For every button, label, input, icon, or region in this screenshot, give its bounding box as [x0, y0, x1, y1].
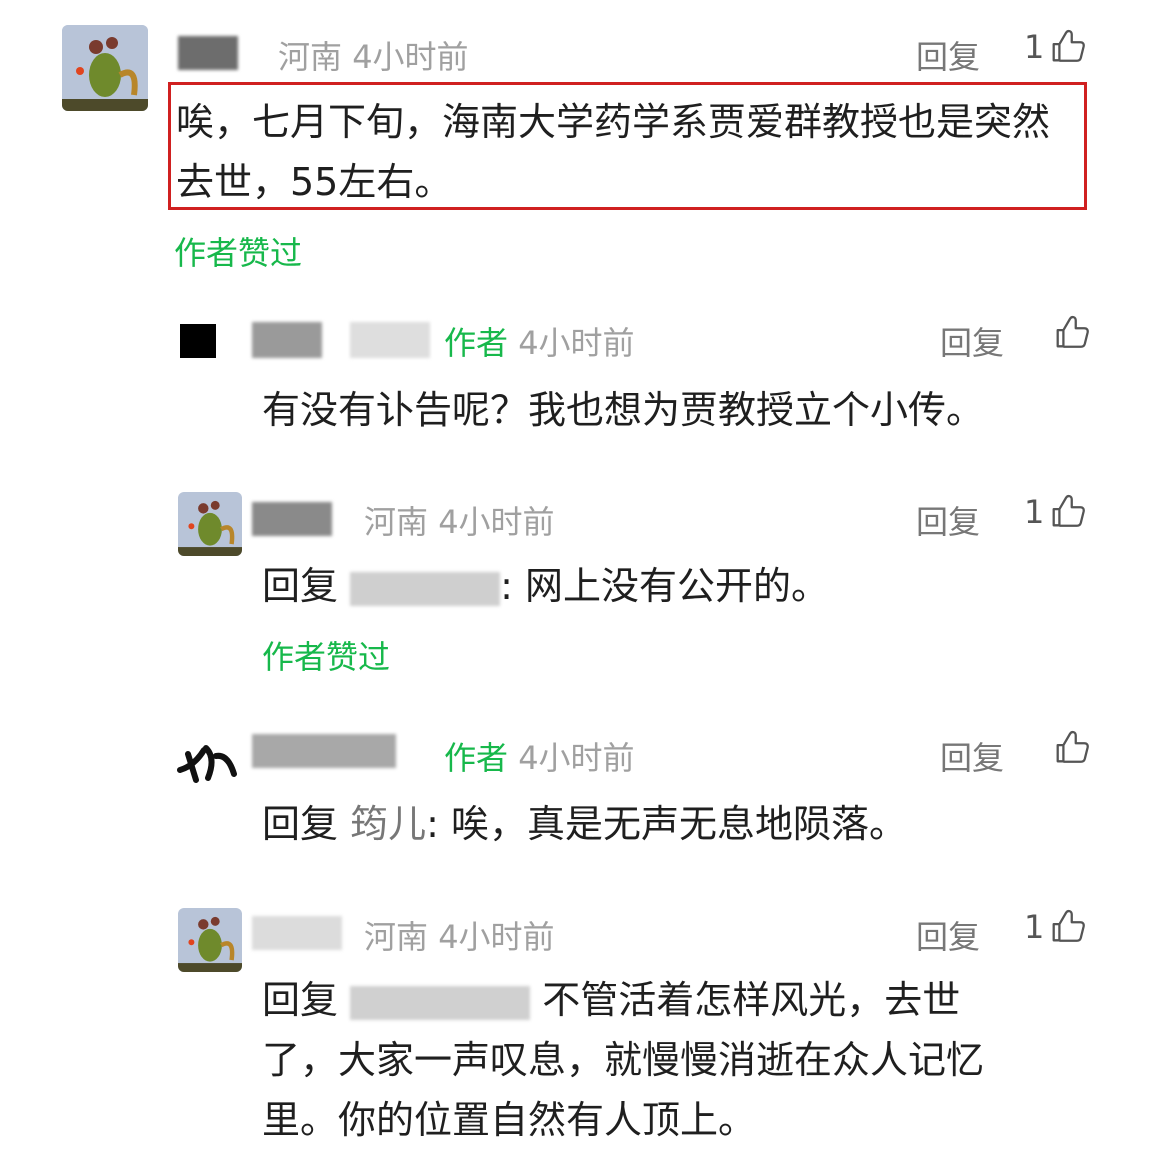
avatar[interactable]	[178, 312, 242, 376]
comment-text: 回复 : 网上没有公开的。	[262, 556, 1112, 616]
reply-target[interactable]: 筠儿	[350, 802, 426, 846]
comment-meta: 河南 4小时前	[278, 32, 469, 78]
redacted-username	[350, 571, 501, 606]
reply-button[interactable]: 回复	[916, 497, 980, 543]
comment-meta: 作者 4小时前	[444, 318, 635, 364]
thumbs-up-icon	[1056, 730, 1089, 763]
comment-text: 有没有讣告呢？我也想为贾教授立个小传。	[262, 388, 985, 432]
reply-button[interactable]: 回复	[916, 32, 980, 78]
reply-prefix: 回复	[262, 978, 339, 1022]
thumbs-up-icon	[1056, 315, 1089, 348]
like-count: 1	[1024, 908, 1045, 946]
redacted-username	[252, 734, 396, 768]
avatar[interactable]	[178, 908, 242, 972]
redacted-username	[350, 985, 531, 1020]
timestamp: 4小时前	[518, 739, 635, 777]
comment-meta: 作者 4小时前	[444, 733, 635, 779]
redacted-username	[350, 322, 430, 358]
comment-thread: 河南 4小时前 回复 1 唉，七月下旬，海南大学药学系贾爱群教授也是突然去世，5…	[0, 0, 1152, 1160]
like-button[interactable]: 1	[1024, 493, 1086, 531]
thumbs-up-icon	[1052, 494, 1086, 527]
reply-body-line: 了，大家一声叹息，就慢慢消逝在众人记忆	[262, 1038, 985, 1082]
like-count: 1	[1024, 28, 1045, 66]
avatar[interactable]	[62, 25, 148, 111]
redacted-username	[252, 502, 332, 536]
liked-by-author-label: 作者赞过	[174, 234, 303, 272]
redacted-username	[252, 916, 342, 950]
comment-meta: 河南 4小时前	[364, 497, 555, 543]
like-button[interactable]: 1	[1024, 28, 1086, 66]
location: 河南	[364, 503, 429, 541]
reply-button[interactable]: 回复	[940, 318, 1004, 364]
author-tag: 作者	[444, 739, 509, 777]
like-button[interactable]	[1052, 729, 1090, 767]
comment-text: 回复 筠儿: 唉，真是无声无息地陨落。	[262, 794, 1112, 854]
redacted-username	[178, 36, 238, 70]
reply-prefix: 回复	[262, 564, 339, 608]
reply-button[interactable]: 回复	[916, 912, 980, 958]
like-button[interactable]: 1	[1024, 908, 1086, 946]
reply-prefix: 回复	[262, 802, 339, 846]
redacted-username	[252, 322, 322, 358]
avatar[interactable]	[176, 726, 240, 790]
reply-body-line: 里。你的位置自然有人顶上。	[262, 1098, 757, 1142]
comment-text: 回复 不管活着怎样风光，去世 了，大家一声叹息，就慢慢消逝在众人记忆 里。你的位…	[262, 970, 1122, 1150]
reply-body-line: 不管活着怎样风光，去世	[542, 978, 961, 1022]
like-button[interactable]	[1052, 314, 1090, 352]
timestamp: 4小时前	[438, 503, 555, 541]
timestamp: 4小时前	[518, 324, 635, 362]
reply-body: : 唉，真是无声无息地陨落。	[426, 802, 908, 846]
avatar[interactable]	[178, 492, 242, 556]
location: 河南	[364, 918, 429, 956]
thumbs-up-icon	[1052, 909, 1086, 942]
comment-meta: 河南 4小时前	[364, 912, 555, 958]
comment-text: 唉，七月下旬，海南大学药学系贾爱群教授也是突然去世，55左右。	[176, 100, 1051, 204]
location: 河南	[278, 38, 343, 76]
reply-button[interactable]: 回复	[940, 733, 1004, 779]
like-count: 1	[1024, 493, 1045, 531]
thumbs-up-icon	[1052, 29, 1086, 62]
timestamp: 4小时前	[438, 918, 555, 956]
reply-body: : 网上没有公开的。	[500, 564, 829, 608]
author-tag: 作者	[444, 324, 509, 362]
liked-by-author-label: 作者赞过	[262, 638, 391, 676]
timestamp: 4小时前	[352, 38, 469, 76]
